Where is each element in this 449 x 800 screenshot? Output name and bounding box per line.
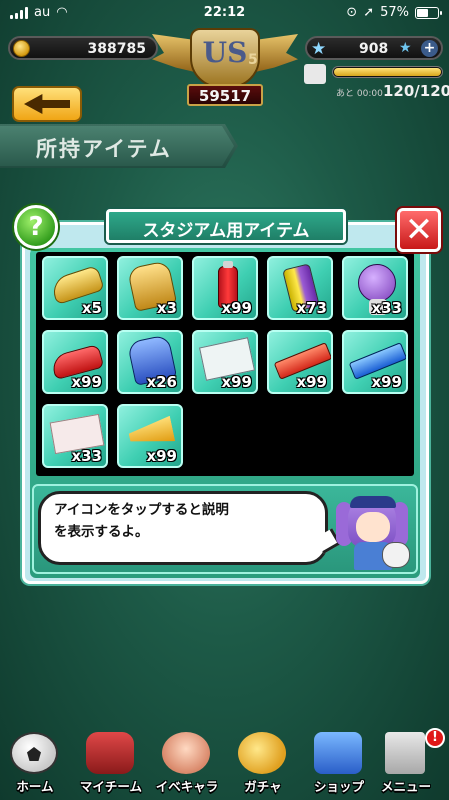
item-megaphone[interactable]: x99 <box>117 404 183 468</box>
battery-percent: 57% <box>380 5 409 20</box>
item-count: x73 <box>296 299 327 317</box>
coin-counter: 388785 <box>8 36 158 60</box>
rank-points-box: 59517 <box>187 84 263 106</box>
rank-emblem[interactable]: US 5 59517 <box>150 26 300 116</box>
nav-gacha[interactable]: ガチャ <box>220 728 306 800</box>
item-red-gum[interactable]: x99 <box>267 330 333 394</box>
pet-dog <box>382 542 410 568</box>
nav-event-character[interactable]: イベキャラ <box>144 728 230 800</box>
item-count: x33 <box>371 299 402 317</box>
item-count: x33 <box>71 447 102 465</box>
guide-character <box>336 490 410 572</box>
cap <box>350 496 396 508</box>
baseball-icon <box>10 732 58 774</box>
item-mascot-monster[interactable]: x33 <box>342 256 408 320</box>
back-button[interactable] <box>12 86 82 122</box>
item-count: x3 <box>156 299 177 317</box>
item-tactics-board[interactable]: x99 <box>192 330 258 394</box>
status-bar: au ◠ 22:12 ⊙ ➚ 57% <box>0 0 449 26</box>
close-button[interactable]: ✕ <box>397 208 441 252</box>
stamina-count: 120/120 <box>383 82 449 100</box>
stamina-fill <box>334 68 441 76</box>
item-count: x26 <box>146 373 177 391</box>
face <box>356 512 390 542</box>
item-count: x99 <box>371 373 402 391</box>
star-icon: ★ <box>311 39 327 59</box>
menu-icon <box>385 732 425 774</box>
coin-value: 388785 <box>87 41 146 57</box>
star-value: 908 <box>359 41 389 57</box>
close-icon: ✕ <box>404 210 434 250</box>
help-button[interactable]: ? <box>14 205 58 249</box>
stamina-bar <box>332 66 443 78</box>
rank-points: 59517 <box>198 87 252 105</box>
modal-title-bar: スタジアム用アイテム <box>106 209 346 243</box>
question-mark-icon: ? <box>28 212 44 242</box>
back-arrow-icon <box>24 94 70 114</box>
item-count: x99 <box>296 373 327 391</box>
nav-label: イベキャラ <box>155 779 219 794</box>
item-count: x99 <box>221 299 252 317</box>
item-red-drink[interactable]: x99 <box>192 256 258 320</box>
item-red-spikes[interactable]: x99 <box>42 330 108 394</box>
star-counter: ★ 908 ★ + <box>305 36 443 60</box>
item-grid: x5 x3 x99 x73 x33 x99 x26 x99 x99 x99 x3… <box>36 252 414 476</box>
nav-menu[interactable]: ! メニュー <box>363 728 449 800</box>
mascot-monster-icon <box>358 264 396 315</box>
gacha-icon <box>238 732 286 774</box>
item-blue-gum[interactable]: x99 <box>342 330 408 394</box>
megaphone-icon <box>127 416 175 451</box>
battery-icon <box>415 6 442 19</box>
hint-text: アイコンをタップすると説明 を表示するよ。 <box>54 502 229 540</box>
modal-title: スタジアム用アイテム <box>142 221 310 241</box>
nav-label: ホーム <box>16 779 54 794</box>
item-cheque-ticket[interactable]: x33 <box>42 404 108 468</box>
nav-label: メニュー <box>380 779 431 794</box>
item-gold-gloves[interactable]: x3 <box>117 256 183 320</box>
item-count: x99 <box>221 373 252 391</box>
lock-rotation-icon: ⊙ <box>346 5 358 20</box>
coin-icon <box>13 40 30 57</box>
location-icon: ➚ <box>363 5 375 20</box>
nav-label: ガチャ <box>244 779 282 794</box>
bottom-navigation: ホーム マイチーム イベキャラ ガチャ ショップ ! メニュー <box>0 728 449 800</box>
item-gold-spikes[interactable]: x5 <box>42 256 108 320</box>
status-right: ⊙ ➚ 57% <box>346 5 442 20</box>
notification-badge: ! <box>425 728 445 748</box>
rank-sub-label: 5 <box>248 52 258 68</box>
team-icon <box>86 732 134 774</box>
nav-home[interactable]: ホーム <box>0 728 78 800</box>
add-stars-icon[interactable]: + <box>421 40 438 57</box>
nav-label: マイチーム <box>79 779 143 794</box>
item-count: x99 <box>146 447 177 465</box>
stamina-timer: あと 00:00 <box>336 89 383 99</box>
item-blue-gloves[interactable]: x26 <box>117 330 183 394</box>
nav-my-team[interactable]: マイチーム <box>68 728 154 800</box>
battery-fill <box>417 8 428 17</box>
page-title: 所持アイテム <box>36 137 172 161</box>
event-character-icon <box>162 732 210 774</box>
star-small-icon: ★ <box>399 40 412 56</box>
item-energy-can[interactable]: x73 <box>267 256 333 320</box>
item-count: x99 <box>71 373 102 391</box>
item-count: x5 <box>81 299 102 317</box>
shop-icon <box>314 732 362 774</box>
stamina-icon <box>304 64 326 84</box>
